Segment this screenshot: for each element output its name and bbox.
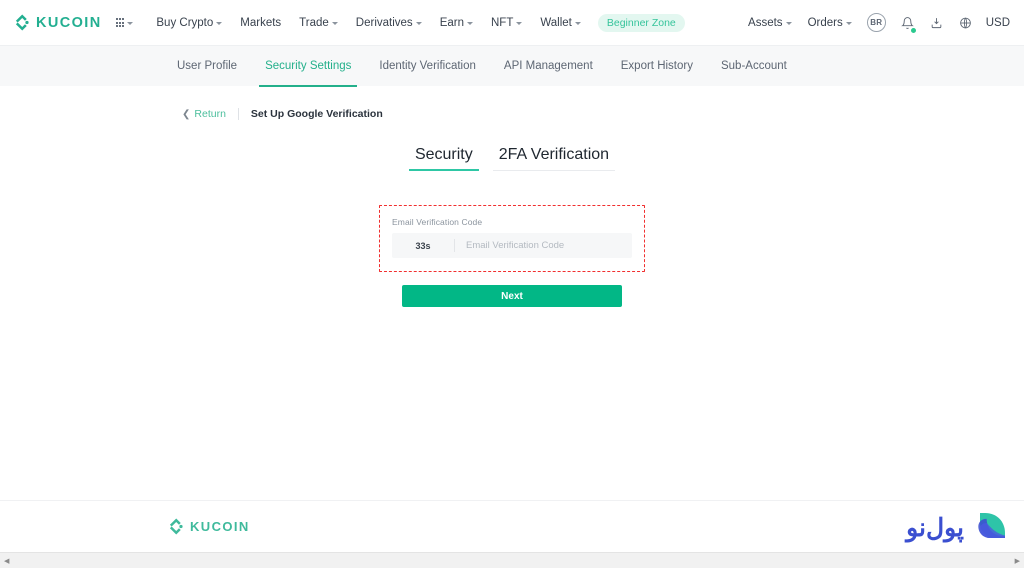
kucoin-logo-mark	[15, 14, 29, 31]
nav-item-buy-crypto[interactable]: Buy Crypto	[147, 17, 231, 29]
subnav-item-api-management[interactable]: API Management	[490, 46, 607, 87]
nav-item-wallet[interactable]: Wallet	[531, 17, 590, 29]
page-root: KUCOIN Buy Crypto Markets Trade Derivati…	[0, 0, 1024, 568]
beginner-zone-badge[interactable]: Beginner Zone	[597, 13, 685, 32]
subnav-item-identity-verification[interactable]: Identity Verification	[365, 46, 490, 87]
assets-label: Assets	[748, 16, 783, 29]
email-code-label: Email Verification Code	[392, 217, 483, 227]
email-verification-code-input[interactable]	[455, 233, 632, 258]
pooleno-watermark: پول‌نو	[906, 508, 1010, 548]
nav-label: Wallet	[540, 16, 572, 29]
tab-security[interactable]: Security	[408, 146, 479, 171]
footer-kucoin-logo[interactable]: KUCOIN	[168, 518, 250, 535]
scroll-right-arrow[interactable]: ▶	[1011, 557, 1024, 565]
nav-label: Trade	[299, 16, 329, 29]
nav-label: Buy Crypto	[156, 16, 214, 29]
chevron-down-icon	[845, 22, 852, 25]
subnav-item-export-history[interactable]: Export History	[607, 46, 707, 87]
nav-label: Markets	[240, 16, 282, 29]
top-header: KUCOIN Buy Crypto Markets Trade Derivati…	[0, 0, 1024, 45]
nav-label: NFT	[490, 16, 514, 29]
header-right-actions: Assets Orders BR USD	[740, 0, 1010, 45]
apps-grid-icon[interactable]	[115, 18, 134, 27]
avatar[interactable]: BR	[866, 13, 886, 32]
subnav-item-user-profile[interactable]: User Profile	[163, 46, 251, 87]
nav-label: Earn	[439, 16, 464, 29]
main-nav: Buy Crypto Markets Trade Derivatives Ear…	[147, 13, 685, 32]
kucoin-wordmark: KUCOIN	[36, 14, 102, 31]
return-link[interactable]: Return	[194, 108, 226, 120]
nav-item-trade[interactable]: Trade	[290, 17, 347, 29]
kucoin-logo[interactable]: KUCOIN	[14, 14, 102, 31]
pooleno-leaf-logo	[978, 513, 1005, 538]
breadcrumb-current-page: Set Up Google Verification	[250, 108, 383, 120]
chevron-down-icon	[785, 22, 792, 25]
subnav-item-sub-account[interactable]: Sub-Account	[707, 46, 801, 87]
email-code-input-group: 33s	[392, 233, 632, 258]
currency-selector[interactable]: USD	[980, 17, 1010, 29]
chevron-down-icon	[466, 22, 473, 25]
resend-countdown-button[interactable]: 33s	[392, 233, 454, 258]
nav-item-markets[interactable]: Markets	[231, 17, 290, 29]
pooleno-watermark-text: پول‌نو	[906, 514, 964, 542]
nav-item-derivatives[interactable]: Derivatives	[347, 17, 431, 29]
orders-label: Orders	[807, 16, 843, 29]
notification-bell-button[interactable]	[893, 16, 922, 34]
nav-item-nft[interactable]: NFT	[482, 17, 531, 29]
subnav-item-security-settings[interactable]: Security Settings	[251, 46, 365, 87]
language-globe-icon	[959, 16, 971, 29]
nav-label: Derivatives	[355, 16, 413, 29]
main-content: Security 2FA Verification Email Verifica…	[0, 120, 1024, 307]
chevron-down-icon	[516, 22, 523, 25]
chevron-down-icon	[127, 22, 134, 25]
download-app-icon	[931, 17, 942, 28]
chevron-down-icon	[331, 22, 338, 25]
email-verification-highlight-box: Email Verification Code 33s	[379, 205, 645, 272]
horizontal-scrollbar[interactable]: ◀ ▶	[0, 552, 1024, 568]
account-subnav: User Profile Security Settings Identity …	[0, 45, 1024, 87]
orders-menu[interactable]: Orders	[800, 17, 860, 29]
chevron-down-icon	[216, 22, 223, 25]
language-globe-button[interactable]	[951, 16, 980, 30]
tab-2fa-verification[interactable]: 2FA Verification	[492, 146, 616, 171]
download-app-button[interactable]	[922, 16, 951, 30]
nav-item-earn[interactable]: Earn	[431, 17, 482, 29]
next-button[interactable]: Next	[402, 285, 622, 307]
footer-kucoin-wordmark: KUCOIN	[190, 519, 250, 534]
assets-menu[interactable]: Assets	[740, 17, 800, 29]
kucoin-logo-mark	[169, 518, 183, 535]
breadcrumb-divider	[237, 108, 239, 120]
chevron-left-icon: ❮	[182, 108, 191, 120]
chevron-down-icon	[574, 22, 581, 25]
page-footer: KUCOIN	[0, 500, 1024, 552]
breadcrumb: ❮ Return Set Up Google Verification	[0, 86, 1024, 120]
notification-badge-dot	[909, 26, 917, 34]
verification-tabs: Security 2FA Verification	[408, 146, 616, 171]
scrollbar-track[interactable]	[13, 553, 1010, 568]
grid-apps-icon	[115, 18, 125, 27]
scroll-left-arrow[interactable]: ◀	[0, 557, 13, 565]
chevron-down-icon	[415, 22, 422, 25]
